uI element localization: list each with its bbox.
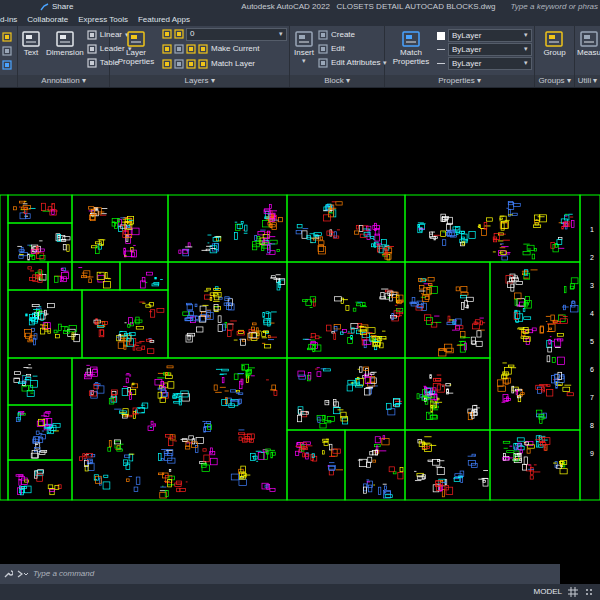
layer-icon <box>186 59 196 69</box>
ribbon-tab[interactable]: Express Tools <box>78 15 128 25</box>
panel-label[interactable]: Annotation▾ <box>18 75 109 87</box>
tool-icon <box>294 30 314 48</box>
share-button[interactable]: Share <box>52 2 73 12</box>
property-combo[interactable]: ByLayer▾ <box>437 57 532 70</box>
tool-icon <box>87 58 97 68</box>
snap-icon[interactable] <box>584 587 594 597</box>
small-tool[interactable]: Match Layer <box>198 57 255 71</box>
property-combo[interactable]: ByLayer▾ <box>437 29 532 42</box>
layer-combo[interactable]: 0▾ <box>186 28 287 41</box>
large-tool[interactable]: Text <box>19 26 43 75</box>
panel-label[interactable]: Utili▾ <box>575 75 600 87</box>
groups-panel: GroupGroups▾ <box>535 26 575 87</box>
small-tool[interactable]: Edit Attributes▾ <box>318 56 387 70</box>
pencil-icon <box>2 32 12 42</box>
command-line: Type a command <box>0 564 560 584</box>
properties-panel: Match PropertiesByLayer▾ByLayer▾ByLayer▾… <box>385 26 535 87</box>
layers-panel: Layer Properties 0▾Make CurrentMatch Laye… <box>110 26 290 87</box>
small-tool[interactable]: Edit <box>318 42 387 56</box>
window-title: Autodesk AutoCAD 2022 CLOSETS DETAIL AUT… <box>241 2 495 12</box>
line-swatch-icon <box>437 49 445 50</box>
large-tool[interactable]: Dimension <box>44 26 86 75</box>
title-bar: Share Autodesk AutoCAD 2022 CLOSETS DETAI… <box>0 0 600 13</box>
tool-icon <box>21 30 41 48</box>
tool-icon <box>579 30 599 48</box>
wrench-icon[interactable] <box>3 569 13 579</box>
tool-icon <box>401 30 421 48</box>
layer-icon <box>174 59 184 69</box>
large-tool[interactable]: Insert▾ <box>292 26 316 75</box>
ribbon-panel <box>0 26 18 87</box>
tool-icon <box>87 30 97 40</box>
utilities-panel: MeasuUtili▾ <box>575 26 600 87</box>
annotation-panel: TextDimensionLinear▾Leader▾TableAnnotati… <box>18 26 110 87</box>
panel-label[interactable]: Groups▾ <box>535 75 574 87</box>
tool-icon <box>318 44 328 54</box>
search-field[interactable]: Type a keyword or phras <box>511 2 598 12</box>
row-number: 8 <box>590 422 594 429</box>
ribbon: TextDimensionLinear▾Leader▾TableAnnotati… <box>0 26 600 88</box>
small-tool[interactable]: Make Current <box>198 42 259 56</box>
bulb-icon <box>162 29 172 39</box>
layer-icon <box>162 44 172 54</box>
tool-icon <box>87 44 97 54</box>
drawing-canvas[interactable]: 1 2 3 4 5 6 7 8 9 <box>0 88 600 564</box>
cad-drawing: 1 2 3 4 5 6 7 8 9 <box>0 88 600 562</box>
prompt-icon[interactable] <box>17 569 29 579</box>
color-swatch <box>437 32 445 40</box>
large-tool[interactable]: Measu <box>575 26 600 75</box>
small-tool[interactable]: Create <box>318 28 387 42</box>
row-number: 6 <box>590 366 594 373</box>
panel-label[interactable]: Layers▾ <box>110 75 289 87</box>
block-panel: Insert▾CreateEditEdit Attributes▾ Block▾ <box>290 26 385 87</box>
large-tool[interactable]: Layer Properties <box>112 26 160 75</box>
row-number: 1 <box>590 226 594 233</box>
large-tool[interactable]: Group <box>541 26 567 75</box>
tool-icon <box>198 59 208 69</box>
row-number: 7 <box>590 394 594 401</box>
row-number: 3 <box>590 282 594 289</box>
large-tool[interactable]: Match Properties <box>387 26 435 75</box>
grid-icon[interactable] <box>568 587 578 597</box>
sun-icon <box>174 29 184 39</box>
layer-icon <box>186 44 196 54</box>
panel-label[interactable]: Block▾ <box>290 75 384 87</box>
status-bar: MODEL <box>0 584 600 600</box>
circle-icon <box>2 46 12 56</box>
ribbon-tab[interactable]: d-ins <box>0 15 17 25</box>
tool-icon <box>544 30 564 48</box>
command-input[interactable]: Type a command <box>33 569 94 579</box>
ribbon-tab[interactable]: Collaborate <box>27 15 68 25</box>
ribbon-tabs: d-ins Collaborate Express Tools Featured Ap… <box>0 13 600 26</box>
model-button[interactable]: MODEL <box>534 587 562 597</box>
move-icon <box>2 60 12 70</box>
row-number: 5 <box>590 338 594 345</box>
tool-icon <box>318 58 328 68</box>
row-number: 9 <box>590 450 594 457</box>
panel-label[interactable]: Properties▾ <box>385 75 534 87</box>
line-swatch-icon <box>437 63 445 64</box>
tool-icon <box>126 30 146 48</box>
layer-icon <box>174 44 184 54</box>
share-icon <box>40 2 49 11</box>
tool-icon <box>198 44 208 54</box>
row-number: 2 <box>590 254 594 261</box>
layer-icon <box>162 59 172 69</box>
autocad-window: Share Autodesk AutoCAD 2022 CLOSETS DETAI… <box>0 0 600 600</box>
tool-icon <box>55 30 75 48</box>
ribbon-tab[interactable]: Featured Apps <box>138 15 190 25</box>
row-number: 4 <box>590 310 594 317</box>
property-combo[interactable]: ByLayer▾ <box>437 43 532 56</box>
tool-icon <box>318 30 328 40</box>
